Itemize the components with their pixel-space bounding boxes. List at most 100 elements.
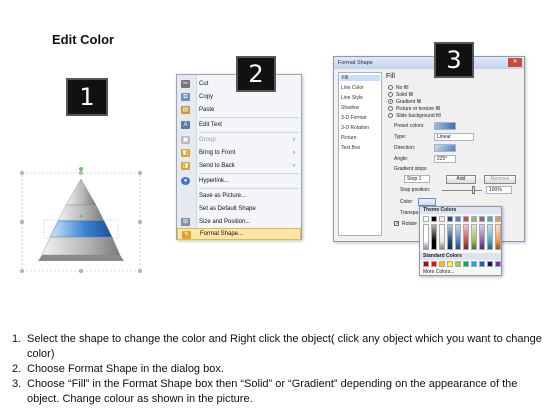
theme-color-shades[interactable]	[495, 224, 501, 250]
color-label: Color:	[400, 199, 414, 205]
remove-stop-button[interactable]: Remove	[484, 175, 516, 184]
more-colors-link[interactable]: More Colors...	[423, 269, 454, 275]
direction-dropdown[interactable]	[434, 144, 456, 152]
menu-item-label: Hyperlink...	[199, 178, 230, 184]
theme-color-swatch[interactable]	[479, 216, 485, 222]
menu-item-set-default-shape[interactable]: Set as Default Shape	[177, 203, 301, 215]
radio-picture-fill[interactable]	[388, 106, 393, 111]
menu-item-copy[interactable]: ⧉ Copy	[177, 91, 301, 103]
standard-colors-header: Standard Colors	[420, 253, 501, 260]
standard-color-swatch[interactable]	[471, 261, 477, 267]
menu-item-paste[interactable]: ▤ Paste	[177, 104, 301, 116]
color-dropdown[interactable]	[418, 198, 436, 206]
category-3d-rotation[interactable]: 3-D Rotation	[341, 125, 369, 131]
theme-color-shades[interactable]	[487, 224, 493, 250]
theme-color-swatch[interactable]	[463, 216, 469, 222]
menu-item-bring-to-front[interactable]: ◧ Bring to Front ›	[177, 147, 301, 159]
radio-label: Picture or texture fill	[396, 106, 441, 112]
color-palette-popup: Theme Colors Standard Colors More Colors…	[419, 206, 502, 276]
standard-color-swatch[interactable]	[495, 261, 501, 267]
transparency-label: Transpa	[400, 210, 419, 216]
theme-color-swatch[interactable]	[431, 216, 437, 222]
menu-item-hyperlink[interactable]: ● Hyperlink...	[177, 175, 301, 187]
theme-color-swatch[interactable]	[423, 216, 429, 222]
instruction-number: 1.	[12, 333, 22, 345]
standard-color-swatch[interactable]	[463, 261, 469, 267]
standard-color-swatch[interactable]	[423, 261, 429, 267]
menu-item-label: Send to Back	[199, 163, 235, 169]
stop-position-label: Stop position:	[400, 187, 431, 193]
theme-color-shades[interactable]	[455, 224, 461, 250]
theme-color-shades[interactable]	[439, 224, 445, 250]
menu-item-edit-text[interactable]: A Edit Text	[177, 119, 301, 131]
standard-color-swatch[interactable]	[455, 261, 461, 267]
menu-item-size-position[interactable]: ⊞ Size and Position...	[177, 216, 301, 228]
theme-color-swatch[interactable]	[455, 216, 461, 222]
group-icon: ▣	[181, 136, 190, 144]
add-stop-button[interactable]: Add	[446, 175, 476, 184]
menu-item-label: Edit Text	[199, 122, 222, 128]
radio-no-fill[interactable]	[388, 85, 393, 90]
category-3d-format[interactable]: 3-D Format	[341, 115, 366, 121]
menu-item-label: Paste	[199, 107, 215, 113]
standard-color-swatch[interactable]	[447, 261, 453, 267]
stop-dropdown[interactable]: Stop 1	[404, 175, 430, 183]
category-shadow[interactable]: Shadow	[341, 105, 359, 111]
theme-color-swatch[interactable]	[439, 216, 445, 222]
menu-item-format-shape[interactable]: ✎ Format Shape...	[177, 228, 301, 240]
format-shape-icon: ✎	[182, 231, 191, 239]
angle-input[interactable]: 225°	[434, 155, 456, 163]
menu-item-label: Cut	[199, 81, 209, 87]
radio-label: Solid fill	[396, 92, 414, 98]
category-line-style[interactable]: Line Style	[341, 95, 363, 101]
size-position-icon: ⊞	[181, 218, 190, 226]
close-icon[interactable]: ✕	[508, 58, 522, 67]
rotate-checkbox[interactable]: ✓	[394, 221, 399, 227]
page-title: Edit Color	[52, 32, 115, 47]
standard-color-swatch[interactable]	[431, 261, 437, 267]
stop-position-slider[interactable]	[442, 190, 482, 191]
category-line-color[interactable]: Line Color	[341, 85, 364, 91]
theme-color-shades[interactable]	[471, 224, 477, 250]
slider-thumb[interactable]	[472, 186, 475, 194]
theme-color-swatch[interactable]	[487, 216, 493, 222]
direction-label: Direction:	[394, 145, 416, 151]
theme-color-shades[interactable]	[423, 224, 429, 250]
theme-color-shades[interactable]	[479, 224, 485, 250]
theme-color-swatch[interactable]	[471, 216, 477, 222]
paste-icon: ▤	[181, 106, 190, 114]
preset-colors-label: Preset colors:	[394, 123, 425, 129]
angle-label: Angle:	[394, 156, 409, 162]
standard-color-swatch[interactable]	[479, 261, 485, 267]
preset-colors-dropdown[interactable]	[434, 122, 456, 130]
cut-icon: ✂	[181, 80, 190, 88]
standard-color-swatch[interactable]	[487, 261, 493, 267]
category-picture[interactable]: Picture	[341, 135, 357, 141]
radio-slide-background-fill[interactable]	[388, 113, 393, 118]
theme-color-swatch[interactable]	[495, 216, 501, 222]
theme-color-shades[interactable]	[431, 224, 437, 250]
category-fill[interactable]: Fill	[340, 75, 380, 81]
rotate-label: Rotate	[402, 221, 417, 227]
send-to-back-icon: ◨	[181, 162, 190, 170]
category-text-box[interactable]: Text Box	[341, 145, 360, 151]
theme-color-shades[interactable]	[463, 224, 469, 250]
radio-gradient-fill[interactable]	[388, 99, 393, 104]
submenu-arrow-icon: ›	[293, 150, 295, 156]
menu-item-label: Size and Position...	[199, 219, 251, 225]
radio-solid-fill[interactable]	[388, 92, 393, 97]
pyramid-shape[interactable]	[20, 165, 142, 273]
menu-item-save-as-picture[interactable]: Save as Picture...	[177, 190, 301, 202]
menu-item-send-to-back[interactable]: ◨ Send to Back ›	[177, 160, 301, 172]
standard-color-swatch[interactable]	[439, 261, 445, 267]
menu-item-label: Group	[199, 137, 216, 143]
radio-label: Gradient fill	[396, 99, 422, 105]
theme-color-shades[interactable]	[447, 224, 453, 250]
instruction-number: 3.	[12, 378, 22, 390]
type-dropdown[interactable]: Linear	[434, 133, 474, 141]
stop-position-input[interactable]: 100%	[486, 186, 512, 194]
theme-color-swatch[interactable]	[447, 216, 453, 222]
menu-item-group[interactable]: ▣ Group ›	[177, 134, 301, 146]
submenu-arrow-icon: ›	[293, 163, 295, 169]
submenu-arrow-icon: ›	[293, 137, 295, 143]
